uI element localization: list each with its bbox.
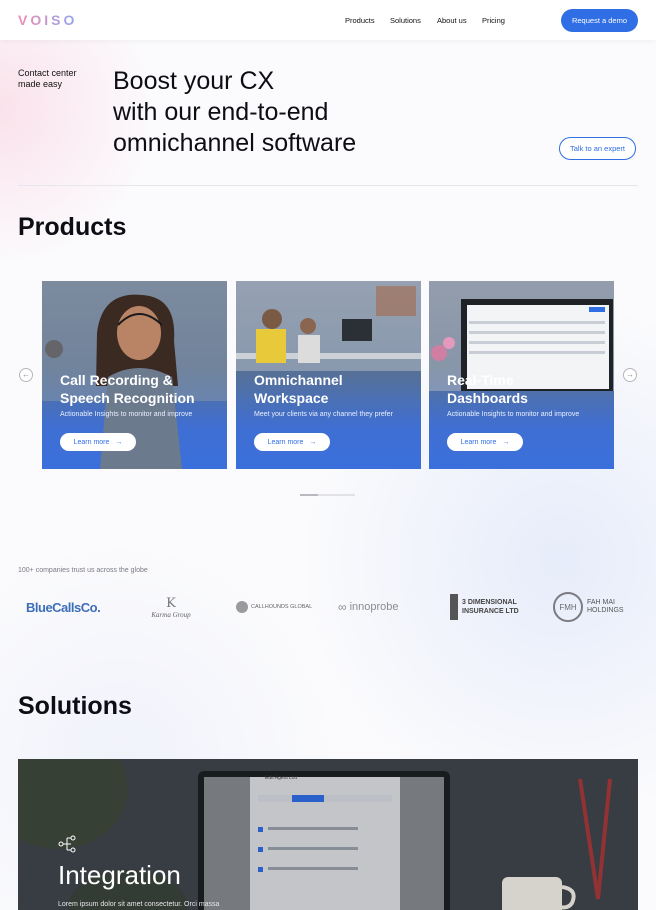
karma-k-mark: K [166,595,176,611]
logo-fahmai: FMH FAH MAI HOLDINGS [553,592,633,622]
logo-3dimensional-text: 3 DIMENSIONAL INSURANCE LTD [462,598,519,616]
carousel-progress [300,494,355,496]
learn-more-button[interactable]: Learn more → [254,433,330,451]
fahmai-line1: FAH MAI [587,599,616,606]
callhounds-mark [236,601,248,613]
logo-innoprobe: ∞ innoprobe [338,592,424,622]
products-title: Products [18,213,127,241]
arrow-right-icon: → [502,438,510,446]
hero-divider [18,185,638,186]
card-title: Call Recording & Speech Recognition [60,371,225,407]
fahmai-line2: HOLDINGS [587,607,624,614]
learn-more-label: Learn more [267,438,304,446]
logo-bluecalls-text: BlueCallsCo. [26,599,101,615]
hero-tagline: Contact center made easy [18,68,77,89]
solution-banner-integration[interactable]: Edit Agent List Integration Lorem ipsum … [18,759,638,910]
product-card-dashboards[interactable]: Real-Time Dashboards Actionable Insights… [429,281,614,469]
fmh-badge: FMH [553,592,583,622]
learn-more-label: Learn more [73,438,110,446]
hero-title-line: Boost your CX [113,67,275,95]
3d-line1: 3 DIMENSIONAL [462,599,517,606]
voiso-logo[interactable]: VOISO [18,12,77,28]
top-navigation: VOISO Products Solutions About us Pricin… [0,0,656,40]
learn-more-label: Learn more [460,438,497,446]
logo-bluecalls: BlueCallsCo. [26,592,108,622]
nav-pricing[interactable]: Pricing [482,16,505,25]
product-card-omnichannel[interactable]: Omnichannel Workspace Meet your clients … [236,281,421,469]
card-title-line: Speech Recognition [60,390,195,406]
arrow-right-icon: → [626,370,634,379]
product-card-call-recording[interactable]: Call Recording & Speech Recognition Acti… [42,281,227,469]
card-title-line: Dashboards [447,390,528,406]
integration-icon [58,835,76,853]
carousel-progress-fill [300,494,319,496]
arrow-left-icon: ← [22,370,30,379]
screen-panel-title: Edit Agent List [265,775,297,781]
arrow-right-icon: → [309,438,317,446]
arrow-right-icon: → [115,438,123,446]
card-title-line: Omnichannel [254,372,343,388]
trust-label: 100+ companies trust us across the globe [18,567,148,574]
card-description: Meet your clients via any channel they p… [254,411,393,418]
carousel-next-button[interactable]: → [623,368,637,382]
logo-callhounds-text: CALLHOUNDS GLOBAL [251,604,313,610]
card-title: Omnichannel Workspace [254,371,419,407]
logo-innoprobe-text: innoprobe [349,601,399,613]
nav-about-us[interactable]: About us [437,16,467,25]
3d-line2: INSURANCE LTD [462,608,519,615]
nav-solutions[interactable]: Solutions [390,16,421,25]
learn-more-button[interactable]: Learn more → [60,433,136,451]
card-title-line: Real-Time [447,372,514,388]
hero-title-line: omnichannel software [113,129,357,157]
card-title-line: Call Recording & [60,372,173,388]
hero-title-line: with our end-to-end [113,98,329,126]
logo-fahmai-text: FAH MAI HOLDINGS [587,599,624,615]
card-title: Real-Time Dashboards [447,371,612,407]
nav-products[interactable]: Products [345,16,375,25]
logo-3dimensional: 3 DIMENSIONAL INSURANCE LTD [450,592,522,622]
logo-karma-text: Karma Group [151,610,191,619]
learn-more-button[interactable]: Learn more → [447,433,523,451]
solutions-title: Solutions [18,692,132,720]
request-demo-button[interactable]: Request a demo [561,9,638,32]
3d-building-mark [450,594,458,620]
logo-karma: K Karma Group [138,592,204,622]
hero-title: Boost your CX with our end-to-end omnich… [113,66,413,159]
card-description: Actionable Insights to monitor and impro… [447,411,580,418]
banner-description: Lorem ipsum dolor sit amet consectetur. … [58,901,220,908]
carousel-prev-button[interactable]: ← [19,368,33,382]
banner-title: Integration [58,860,181,890]
card-description: Actionable Insights to monitor and impro… [60,411,193,418]
talk-to-expert-button[interactable]: Talk to an expert [559,137,636,160]
innoprobe-mark: ∞ [338,600,347,614]
logo-callhounds: CALLHOUNDS GLOBAL [236,592,316,622]
card-title-line: Workspace [254,390,329,406]
